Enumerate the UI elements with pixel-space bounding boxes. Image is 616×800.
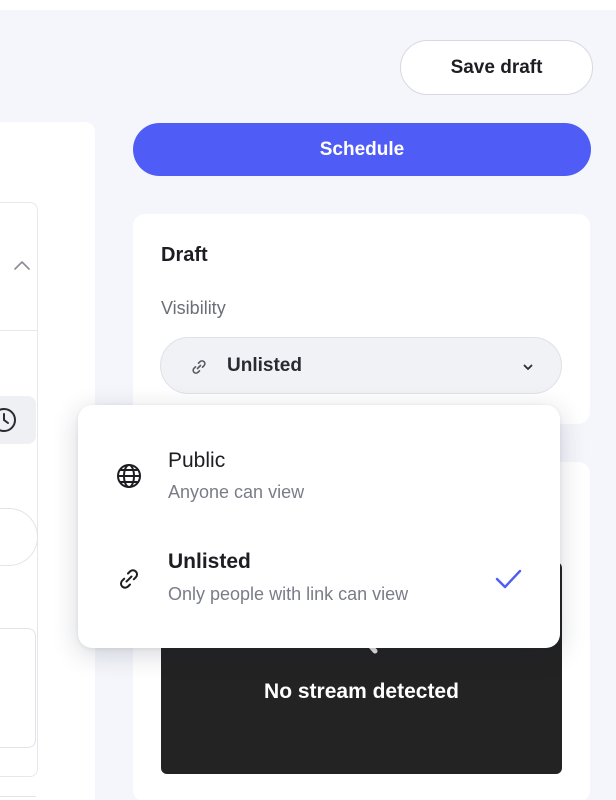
save-draft-button[interactable]: Save draft: [400, 40, 593, 95]
visibility-option-public[interactable]: Public Anyone can view: [78, 423, 560, 523]
checkmark-icon: [495, 569, 522, 589]
visibility-dropdown: Public Anyone can view Unlisted Only peo…: [78, 405, 560, 648]
visibility-select[interactable]: Unlisted: [160, 337, 562, 394]
left-textarea[interactable]: [0, 628, 36, 748]
draft-card: Draft Visibility Unlisted: [133, 214, 590, 424]
left-divider-bottom: [0, 796, 36, 800]
draft-title: Draft: [161, 244, 208, 266]
chevron-down-icon: [523, 364, 533, 370]
chevron-up-icon[interactable]: [12, 256, 32, 276]
link-icon: [192, 360, 206, 374]
globe-icon: [117, 464, 141, 488]
top-bar: [0, 0, 616, 10]
clock-icon: [0, 408, 16, 432]
left-divider: [0, 330, 38, 331]
schedule-button[interactable]: Schedule: [133, 123, 591, 176]
visibility-option-unlisted[interactable]: Unlisted Only people with link can view: [78, 523, 560, 623]
option-description: Anyone can view: [168, 482, 305, 502]
option-title: Unlisted: [168, 550, 251, 573]
visibility-value: Unlisted: [227, 355, 302, 376]
visibility-label: Visibility: [161, 298, 226, 318]
link-icon: [120, 569, 138, 589]
stream-status: No stream detected: [264, 680, 459, 703]
option-title: Public: [168, 449, 226, 472]
option-description: Only people with link can view: [168, 584, 409, 604]
left-time-field[interactable]: [0, 396, 36, 444]
